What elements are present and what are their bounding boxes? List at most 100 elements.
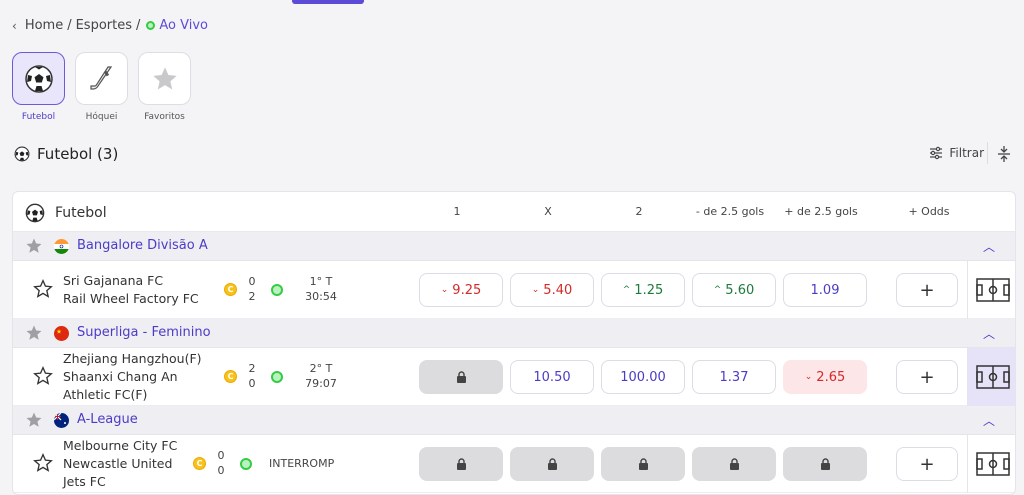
- more-odds-button[interactable]: +: [896, 360, 958, 394]
- league-name[interactable]: Bangalore Divisão A: [77, 238, 208, 253]
- soccer-ball-icon: [24, 64, 53, 93]
- sport-tab-futebol[interactable]: Futebol: [12, 52, 65, 122]
- sport-tile[interactable]: [12, 52, 65, 105]
- filter-label: Filtrar: [949, 146, 984, 160]
- collapse-all-icon[interactable]: [996, 145, 1012, 163]
- sport-tab-favoritos[interactable]: Favoritos: [138, 52, 191, 122]
- favorite-star-icon[interactable]: [33, 366, 53, 386]
- breadcrumb-sports[interactable]: Esportes: [76, 18, 132, 33]
- section-title: Futebol (3): [14, 145, 118, 163]
- league-header[interactable]: Bangalore Divisão A ︿: [13, 232, 1015, 261]
- league-header[interactable]: Superliga - Feminino ︿: [13, 319, 1015, 348]
- away-team: Newcastle United: [63, 456, 173, 471]
- hockey-stick-icon: [89, 65, 112, 90]
- sport-label: Hóquei: [85, 112, 118, 122]
- lock-icon: [456, 371, 466, 383]
- coin-icon: C: [224, 283, 237, 296]
- odd-value: 9.25: [452, 282, 482, 298]
- odd-button-x-locked: [510, 447, 594, 481]
- divider: [987, 142, 988, 164]
- column-header-under: - de 2.5 gols: [695, 205, 765, 218]
- breadcrumb-home[interactable]: Home: [25, 18, 63, 33]
- coin-icon: C: [224, 370, 237, 383]
- match-status: INTERROMP: [269, 457, 335, 470]
- match-teams[interactable]: Zhejiang Hangzhou(F) Shaanxi Chang An At…: [63, 350, 202, 404]
- match-time: 2° T 79:07: [299, 361, 343, 391]
- match-time: 1° T 30:54: [299, 274, 343, 304]
- star-icon[interactable]: [25, 237, 43, 255]
- odd-button-over[interactable]: ⌄ 2.65: [783, 360, 867, 394]
- china-flag-icon: [54, 326, 69, 341]
- home-team: Sri Gajanana FC: [63, 273, 164, 288]
- sport-tile[interactable]: [75, 52, 128, 105]
- breadcrumb-separator: /: [136, 18, 141, 33]
- home-score: 0: [248, 275, 256, 288]
- away-team: Shaanxi Chang An: [63, 369, 178, 384]
- away-score: 0: [217, 464, 225, 477]
- odd-button-1-locked: [419, 447, 503, 481]
- star-icon[interactable]: [25, 324, 43, 342]
- chevron-up-icon[interactable]: ︿: [983, 325, 995, 342]
- breadcrumb: ‹ Home / Esportes / Ao Vivo: [12, 18, 208, 33]
- odd-value: 10.50: [533, 369, 571, 385]
- star-icon[interactable]: [25, 411, 43, 429]
- sport-tile[interactable]: [138, 52, 191, 105]
- arrow-down-icon: ⌄: [440, 285, 449, 295]
- match-clock: 79:07: [305, 377, 337, 390]
- more-odds-button[interactable]: +: [896, 447, 958, 481]
- league-name[interactable]: A-League: [77, 412, 138, 427]
- match-field-button[interactable]: [967, 435, 1015, 493]
- breadcrumb-live[interactable]: Ao Vivo: [159, 18, 208, 33]
- odd-button-over[interactable]: 1.09: [783, 273, 867, 307]
- chevron-left-icon[interactable]: ‹: [12, 19, 17, 33]
- odd-value: 100.00: [620, 369, 666, 385]
- odd-button-under[interactable]: ^ 5.60: [692, 273, 776, 307]
- active-tab-indicator: [292, 0, 364, 4]
- odd-value: 1.09: [810, 282, 840, 298]
- australia-flag-icon: [54, 413, 69, 428]
- odd-button-x[interactable]: 10.50: [510, 360, 594, 394]
- sport-tab-hoquei[interactable]: Hóquei: [75, 52, 128, 122]
- odd-button-2[interactable]: 100.00: [601, 360, 685, 394]
- lock-icon: [547, 458, 557, 470]
- odd-value: 5.60: [725, 282, 755, 298]
- league-header[interactable]: A-League ︿: [13, 406, 1015, 435]
- live-indicator-icon: [240, 458, 252, 470]
- match-teams[interactable]: Melbourne City FC Newcastle United Jets …: [63, 437, 177, 491]
- match-score: 0 0: [216, 448, 226, 478]
- match-teams[interactable]: Sri Gajanana FC Rail Wheel Factory FC: [63, 272, 199, 308]
- match-clock: 30:54: [305, 290, 337, 303]
- odd-button-1[interactable]: ⌄ 9.25: [419, 273, 503, 307]
- home-score: 2: [248, 362, 256, 375]
- match-field-button[interactable]: [967, 261, 1015, 319]
- odd-button-x[interactable]: ⌄ 5.40: [510, 273, 594, 307]
- favorite-star-icon[interactable]: [33, 453, 53, 473]
- league-name[interactable]: Superliga - Feminino: [77, 325, 211, 340]
- sport-selector: Futebol Hóquei Favoritos: [12, 52, 191, 122]
- sport-label: Favoritos: [144, 112, 185, 122]
- table-header: Futebol 1 X 2 - de 2.5 gols + de 2.5 gol…: [13, 192, 1015, 232]
- india-flag-icon: [54, 239, 69, 254]
- match-row: Melbourne City FC Newcastle United Jets …: [13, 435, 1015, 493]
- arrow-up-icon: ^: [713, 285, 722, 295]
- away-team-continued: Athletic FC(F): [63, 387, 148, 402]
- favorite-star-icon[interactable]: [33, 279, 53, 299]
- odd-value: 1.37: [719, 369, 749, 385]
- home-team: Melbourne City FC: [63, 438, 178, 453]
- sliders-icon: [930, 146, 943, 160]
- chevron-up-icon[interactable]: ︿: [983, 238, 995, 255]
- table-sport-name: Futebol: [25, 203, 107, 223]
- odd-value: 2.65: [816, 369, 846, 385]
- breadcrumb-separator: /: [67, 18, 72, 33]
- table-sport-label: Futebol: [55, 205, 107, 221]
- more-odds-button[interactable]: +: [896, 273, 958, 307]
- odd-button-under[interactable]: 1.37: [692, 360, 776, 394]
- filter-button[interactable]: Filtrar: [929, 146, 984, 160]
- match-field-button[interactable]: [967, 348, 1015, 406]
- odd-value: 5.40: [543, 282, 573, 298]
- live-indicator-icon: [271, 284, 283, 296]
- chevron-up-icon[interactable]: ︿: [983, 412, 995, 429]
- odd-button-over-locked: [783, 447, 867, 481]
- coin-icon: C: [193, 457, 206, 470]
- odd-button-2[interactable]: ^ 1.25: [601, 273, 685, 307]
